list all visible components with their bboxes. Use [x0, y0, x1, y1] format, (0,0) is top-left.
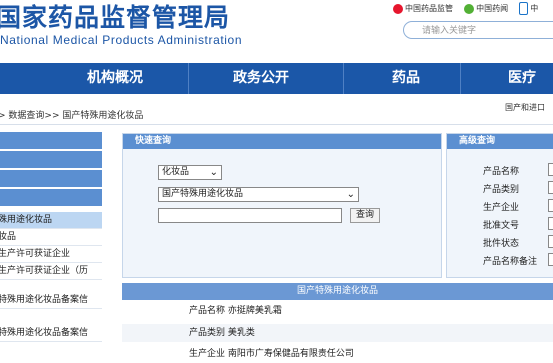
divider	[0, 124, 553, 125]
nav-item-drugs[interactable]: 药品	[392, 63, 420, 94]
sidebar: 殊用途化妆品 妆品 生产许可获证企业 生产许可获证企业（历 特殊用途化妆品备案信…	[0, 132, 102, 342]
right-note[interactable]: 国产和进口	[505, 102, 545, 113]
sidebar-header	[0, 132, 102, 149]
top-link-news[interactable]: 中国药闻	[476, 3, 508, 14]
result-row: 生产企业 南阳市广寿保健品有限责任公司	[122, 345, 553, 363]
label-product-category: 产品类别	[483, 185, 520, 195]
site-title[interactable]: 国家药品监督管理局	[0, 0, 230, 34]
nav-item-medical-devices[interactable]: 医疗	[508, 63, 536, 94]
site-title-english: National Medical Products Administration	[0, 33, 243, 47]
label-approval-number: 批准文号	[483, 221, 520, 231]
sidebar-header	[0, 170, 102, 187]
sidebar-item-licensed-enterprises[interactable]: 生产许可获证企业	[0, 246, 102, 263]
label-product-name-remark: 产品名称备注	[483, 257, 538, 267]
sidebar-item-licensed-enterprises-history[interactable]: 生产许可获证企业（历	[0, 263, 102, 280]
product-category-field[interactable]	[548, 181, 553, 194]
label-product-name: 产品名称	[483, 167, 520, 177]
sidebar-item-special-cosmetics-filing[interactable]: 特殊用途化妆品备案信	[0, 292, 102, 309]
search-input[interactable]: 请输入关键字	[403, 21, 553, 39]
top-link-mobile[interactable]: 中	[530, 3, 538, 14]
result-product-category: 产品类别 美乳类	[189, 328, 255, 338]
approval-number-field[interactable]	[548, 217, 553, 230]
category-select-value: 化妆品	[162, 167, 190, 177]
approval-status-field[interactable]	[548, 235, 553, 248]
nav-divider	[188, 63, 189, 94]
subcategory-select-value: 国产特殊用途化妆品	[162, 189, 244, 199]
label-manufacturer: 生产企业	[483, 203, 520, 213]
nav-divider	[460, 63, 461, 94]
product-name-remark-field[interactable]	[548, 253, 553, 266]
chevron-down-icon: ⌄	[209, 167, 218, 178]
quick-search-title: 快速查询	[123, 134, 441, 149]
sidebar-item-cosmetics[interactable]: 妆品	[0, 229, 102, 246]
sidebar-header	[0, 151, 102, 168]
sidebar-header	[0, 189, 102, 206]
result-row: 产品类别 美乳类	[122, 324, 553, 342]
nav-divider	[343, 63, 344, 94]
breadcrumb: > 数据查询>> 国产特殊用途化妆品	[0, 111, 144, 121]
result-manufacturer: 生产企业 南阳市广寿保健品有限责任公司	[189, 349, 354, 359]
query-input[interactable]	[158, 208, 342, 223]
top-links: 中国药品监管 中国药闻 中	[393, 2, 538, 15]
top-link-nmpa-regulation[interactable]: 中国药品监管	[405, 3, 453, 14]
quick-search-panel: 快速查询 化妆品 ⌄ 国产特殊用途化妆品 ⌄ 查询	[122, 133, 442, 278]
results-title: 国产特殊用途化妆品	[122, 283, 553, 300]
search-button[interactable]: 查询	[350, 208, 381, 223]
weibo-icon[interactable]	[393, 3, 403, 14]
site-header: 国家药品监督管理局 National Medical Products Admi…	[0, 0, 553, 60]
result-product-name: 产品名称 亦挺牌美乳霜	[189, 306, 282, 316]
label-approval-status: 批件状态	[483, 239, 520, 249]
category-select[interactable]: 化妆品 ⌄	[158, 165, 222, 180]
product-name-field[interactable]	[548, 163, 553, 176]
result-row: 产品名称 亦挺牌美乳霜	[122, 302, 553, 320]
nav-item-about[interactable]: 机构概况	[87, 63, 143, 94]
manufacturer-field[interactable]	[548, 199, 553, 212]
advanced-search-title: 高级查询	[447, 134, 553, 149]
phone-icon[interactable]	[519, 2, 529, 15]
sidebar-item-special-cosmetics-filing-2[interactable]: 特殊用途化妆品备案信	[0, 325, 102, 342]
sidebar-item-special-cosmetics[interactable]: 殊用途化妆品	[0, 212, 102, 229]
chevron-down-icon: ⌄	[346, 189, 355, 200]
subcategory-select[interactable]: 国产特殊用途化妆品 ⌄	[158, 187, 359, 202]
nav-item-government-affairs[interactable]: 政务公开	[233, 63, 289, 94]
main-nav: 机构概况 政务公开 药品 医疗	[0, 63, 553, 94]
wechat-icon[interactable]	[464, 3, 475, 14]
